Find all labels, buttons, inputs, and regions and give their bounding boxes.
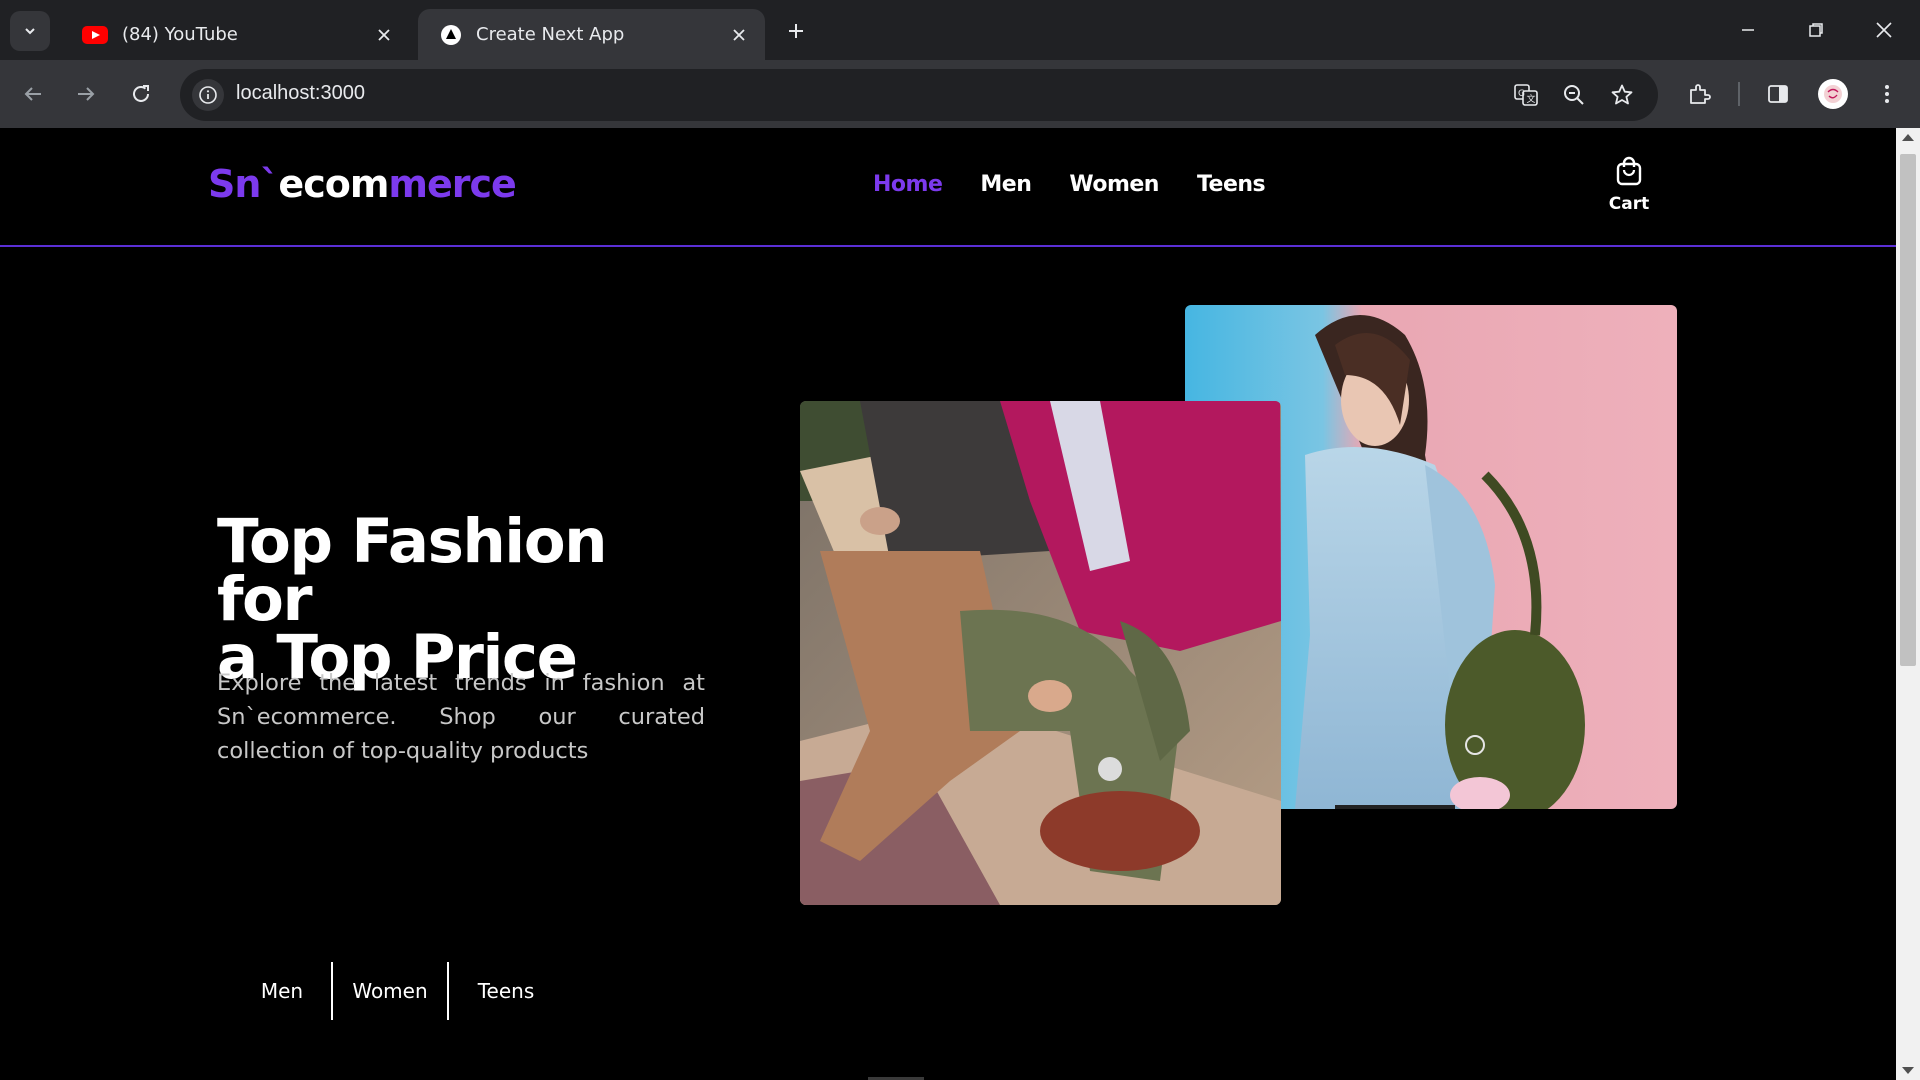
- category-tabs: Men Women Teens: [233, 962, 563, 1020]
- browser-tab-strip: (84) YouTube Create Next App: [0, 0, 1920, 60]
- main-nav: Home Men Women Teens: [873, 172, 1266, 197]
- site-header: Sn`ecommerce Home Men Women Teens Cart: [0, 128, 1896, 247]
- hero-image-men: [800, 401, 1281, 905]
- nav-women[interactable]: Women: [1069, 172, 1159, 197]
- restore-button[interactable]: [1782, 0, 1850, 60]
- nextjs-icon: [441, 24, 461, 45]
- category-tab-teens[interactable]: Teens: [447, 962, 563, 1020]
- category-tab-men[interactable]: Men: [233, 962, 331, 1020]
- page-scrollbar[interactable]: [1896, 128, 1920, 1080]
- back-button[interactable]: [13, 74, 53, 114]
- minimize-icon: [1742, 29, 1754, 31]
- url-text[interactable]: localhost:3000: [236, 82, 365, 105]
- tab-create-next-app[interactable]: Create Next App: [418, 9, 765, 60]
- youtube-icon: [82, 25, 108, 44]
- toolbar-divider: [1738, 82, 1740, 106]
- tab-title: (84) YouTube: [122, 24, 238, 45]
- scrollbar-thumb[interactable]: [1900, 154, 1916, 666]
- address-bar[interactable]: localhost:3000 G文: [180, 69, 1658, 121]
- tab-search-button[interactable]: [10, 11, 50, 51]
- nav-home[interactable]: Home: [873, 172, 943, 197]
- side-panel-icon[interactable]: [1758, 74, 1798, 114]
- scroll-up-arrow[interactable]: [1902, 134, 1914, 141]
- shopping-bag-icon: [1616, 156, 1642, 186]
- minimize-button[interactable]: [1714, 0, 1782, 60]
- forward-button[interactable]: [66, 74, 106, 114]
- site-info-icon[interactable]: [192, 79, 224, 111]
- nav-men[interactable]: Men: [980, 172, 1031, 197]
- extensions-icon[interactable]: [1679, 74, 1719, 114]
- site-logo[interactable]: Sn`ecommerce: [208, 162, 517, 206]
- reload-icon: [133, 85, 149, 102]
- hero-title: Top Fashion for a Top Price: [217, 506, 608, 693]
- chevron-down-icon: [25, 28, 35, 35]
- nav-teens[interactable]: Teens: [1197, 172, 1266, 197]
- reload-button[interactable]: [121, 74, 161, 114]
- new-tab-button[interactable]: [779, 14, 813, 48]
- scroll-down-arrow[interactable]: [1902, 1067, 1914, 1074]
- bookmark-star-icon[interactable]: [1606, 79, 1638, 111]
- cart-button[interactable]: Cart: [1604, 156, 1654, 214]
- category-tab-women[interactable]: Women: [331, 962, 447, 1020]
- tab-title: Create Next App: [476, 24, 625, 45]
- cart-label: Cart: [1608, 194, 1650, 214]
- close-window-button[interactable]: [1850, 0, 1918, 60]
- browser-toolbar: localhost:3000 G文: [0, 60, 1920, 128]
- profile-avatar[interactable]: [1818, 79, 1848, 109]
- close-tab-icon[interactable]: [372, 23, 396, 47]
- arrow-right-icon: [78, 87, 95, 101]
- svg-text:文: 文: [1527, 93, 1536, 105]
- close-icon: [1876, 22, 1892, 38]
- translate-icon[interactable]: G文: [1510, 79, 1542, 111]
- plus-icon: [789, 24, 803, 38]
- arrow-left-icon: [24, 87, 41, 101]
- restore-icon: [1809, 23, 1823, 37]
- zoom-icon[interactable]: [1558, 79, 1590, 111]
- avatar-icon: [1824, 85, 1842, 103]
- close-tab-icon[interactable]: [727, 23, 751, 47]
- page-viewport: Sn`ecommerce Home Men Women Teens Cart T…: [0, 128, 1896, 1080]
- svg-text:G: G: [1518, 89, 1525, 99]
- hero-description: Explore the latest trends in fashion at …: [217, 670, 705, 764]
- more-menu-icon[interactable]: [1867, 74, 1907, 114]
- tab-youtube[interactable]: (84) YouTube: [60, 9, 410, 60]
